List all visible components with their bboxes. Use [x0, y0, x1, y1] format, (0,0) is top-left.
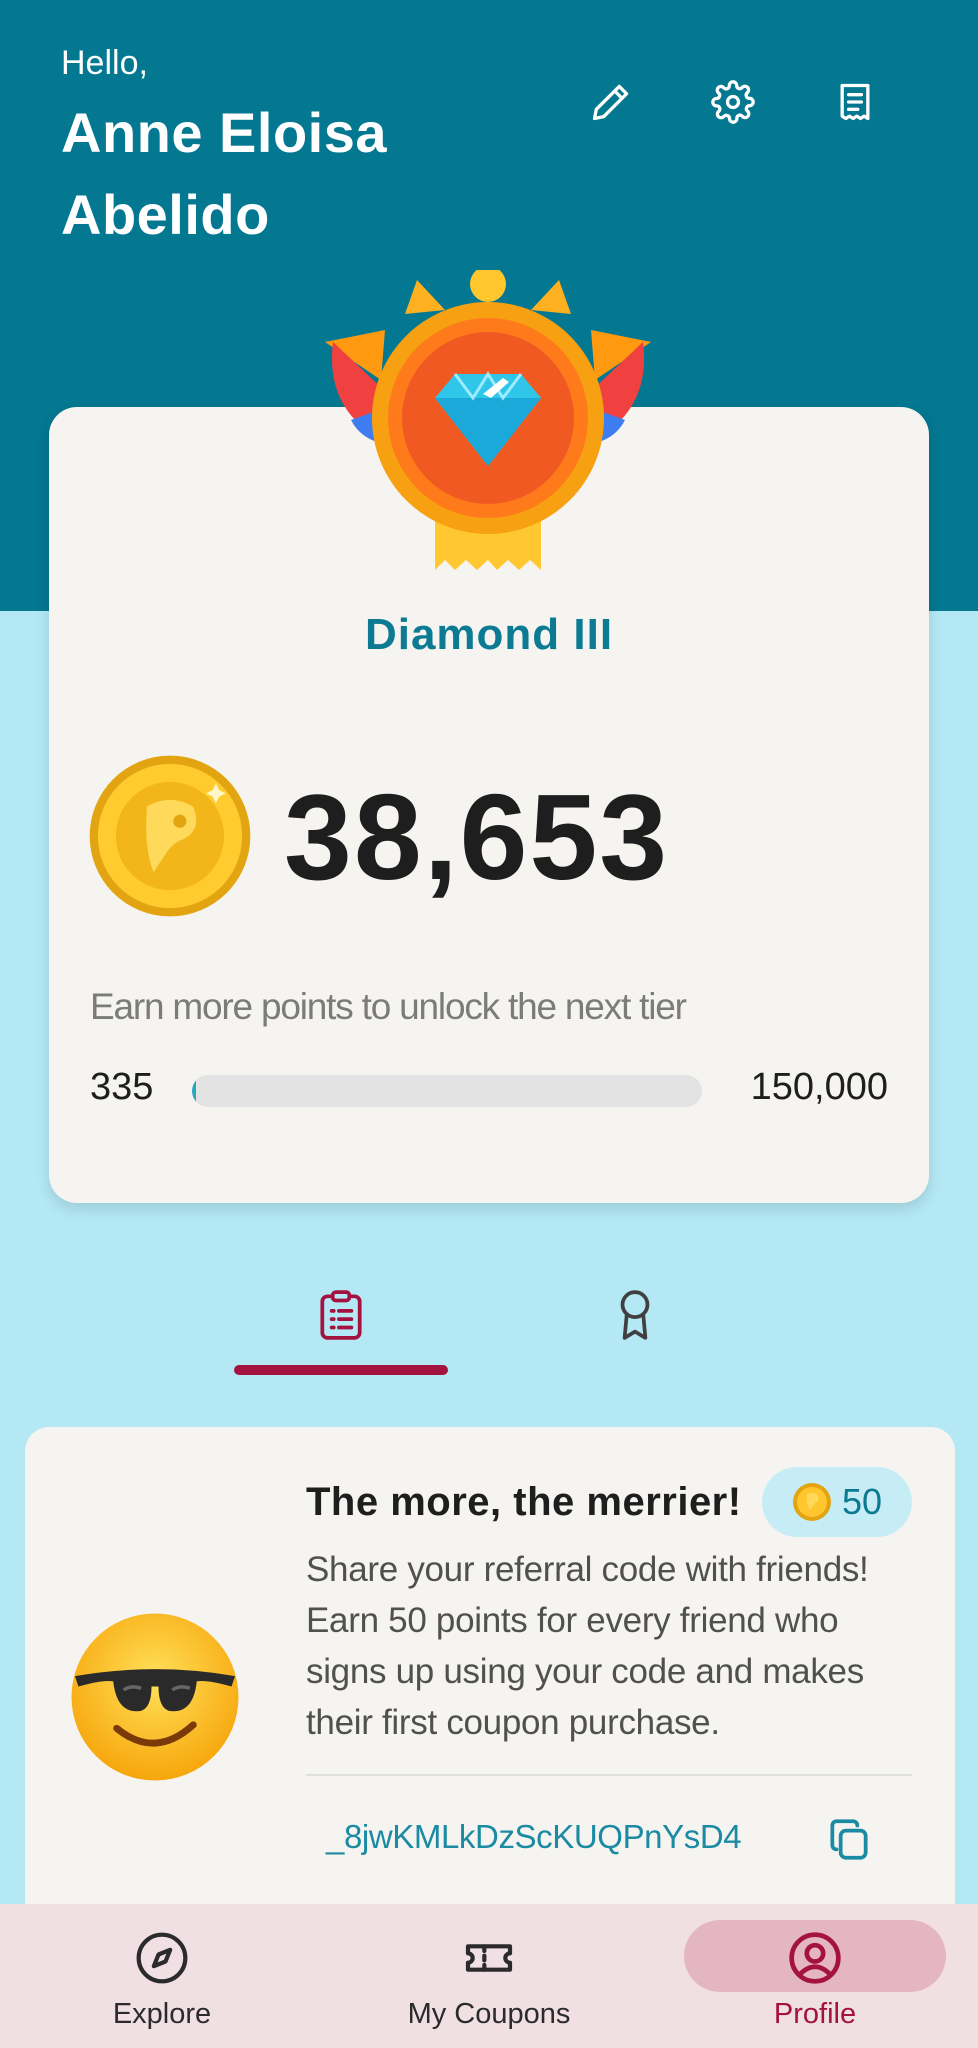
divider — [306, 1774, 912, 1776]
progress-max-value: 150,000 — [750, 1066, 888, 1108]
nav-my-coupons-label: My Coupons — [407, 1998, 571, 2030]
reward-points-value: 50 — [841, 1481, 883, 1522]
tier-name: Diamond III — [364, 610, 614, 659]
nav-profile-label: Profile — [773, 1998, 857, 2030]
user-name: Anne Eloisa Abelido — [61, 101, 388, 246]
settings-button[interactable] — [703, 72, 763, 132]
referral-description: Share your referral code with friends! E… — [306, 1550, 869, 1742]
greeting-text: Hello, — [61, 44, 148, 82]
coin-icon — [792, 1483, 831, 1521]
nav-profile[interactable]: Profile — [690, 1904, 940, 2048]
edit-profile-button[interactable] — [581, 72, 641, 132]
active-tab-indicator — [234, 1365, 448, 1375]
referral-title: The more, the merrier! — [306, 1480, 742, 1524]
transactions-button[interactable] — [825, 72, 885, 132]
tab-badges[interactable] — [525, 1278, 745, 1374]
nav-my-coupons[interactable]: My Coupons — [364, 1904, 614, 2048]
pencil-icon — [592, 84, 629, 121]
clipboard-list-icon — [320, 1290, 362, 1340]
points-balance: 38,653 — [284, 769, 670, 905]
points-coin-icon — [89, 755, 251, 917]
reward-points-chip: 50 — [762, 1467, 912, 1537]
tier-progress-bar — [192, 1075, 702, 1107]
nav-explore[interactable]: Explore — [37, 1904, 287, 2048]
next-tier-hint: Earn more points to unlock the next tier — [90, 986, 687, 1027]
gear-icon — [711, 80, 755, 124]
tab-tasks[interactable] — [231, 1278, 451, 1374]
sunglasses-emoji-icon — [71, 1613, 239, 1781]
user-circle-icon — [789, 1932, 841, 1984]
receipt-icon — [840, 83, 870, 121]
referral-code[interactable]: _8jwKMLkDzScKUQPnYsD4 — [326, 1818, 742, 1856]
ribbon-award-icon — [620, 1290, 650, 1340]
nav-explore-label: Explore — [112, 1998, 212, 2030]
ticket-icon — [465, 1944, 513, 1972]
diamond-tier-badge-icon — [325, 270, 651, 570]
copy-icon[interactable] — [824, 1814, 874, 1864]
progress-min-value: 335 — [90, 1066, 154, 1108]
compass-icon — [136, 1932, 188, 1984]
